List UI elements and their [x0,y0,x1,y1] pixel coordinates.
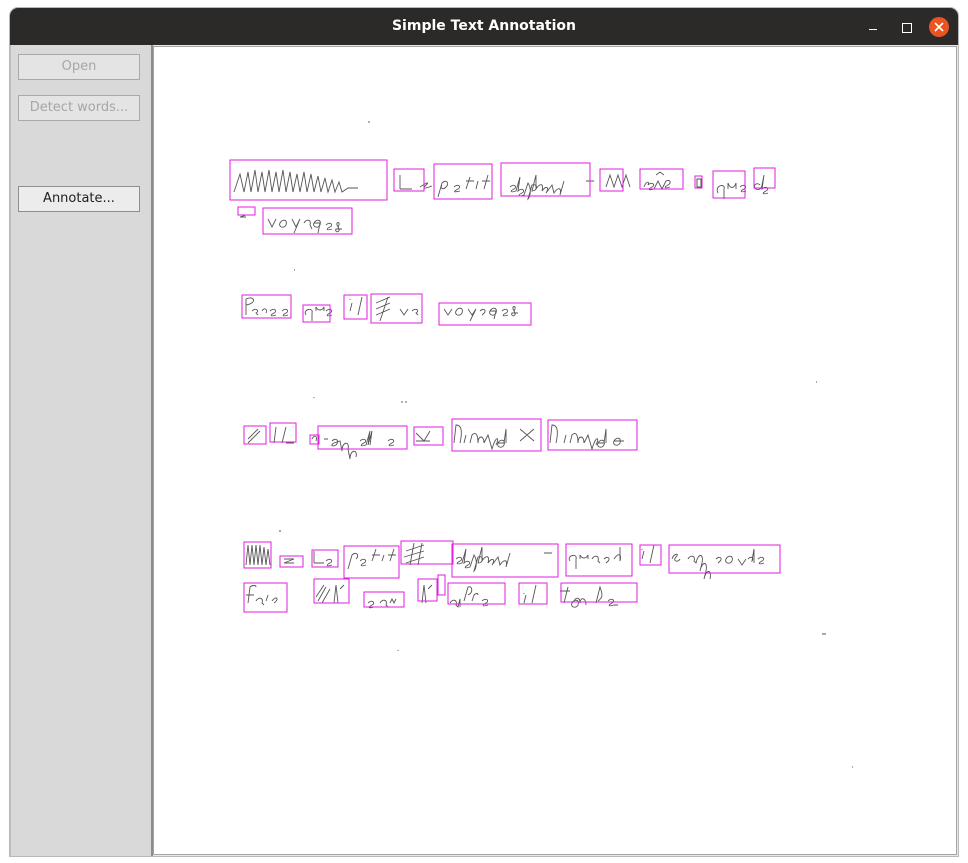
minimize-icon[interactable] [862,16,884,38]
word-box[interactable] [343,294,368,320]
word-box[interactable] [237,206,256,216]
word-box[interactable] [547,419,638,451]
app-window: Simple Text Annotation Open Detect words… [10,8,958,856]
title-bar[interactable]: Simple Text Annotation [10,8,958,45]
word-box[interactable] [753,167,776,189]
word-box[interactable] [311,549,339,568]
annotate-button[interactable]: Annotate... [18,186,140,212]
word-box[interactable] [279,555,304,568]
word-box[interactable] [370,293,423,324]
word-box[interactable] [262,207,353,235]
word-box[interactable] [417,578,438,602]
word-group [241,293,532,326]
sidebar-panel: Open Detect words... Annotate... [10,45,153,856]
word-box[interactable] [438,302,532,326]
word-group [243,401,638,460]
word-box[interactable] [639,168,684,190]
detect-words-button[interactable]: Detect words... [18,95,140,121]
handwriting-image [229,121,853,768]
window-title: Simple Text Annotation [391,18,577,34]
word-box[interactable] [433,163,493,200]
word-box[interactable] [400,540,454,565]
word-group [243,540,781,613]
document-canvas[interactable] [153,46,957,855]
word-box[interactable] [363,591,405,608]
word-box[interactable] [518,582,548,605]
word-box[interactable] [393,168,425,192]
word-group [229,159,776,235]
maximize-icon[interactable] [896,16,918,38]
word-box[interactable] [437,574,446,596]
word-box[interactable] [243,425,267,445]
scan-specks [279,121,853,768]
word-box[interactable] [343,545,400,579]
open-button[interactable]: Open [18,54,140,80]
word-box[interactable] [243,582,288,613]
close-icon[interactable] [929,17,949,37]
word-box[interactable] [413,426,444,446]
